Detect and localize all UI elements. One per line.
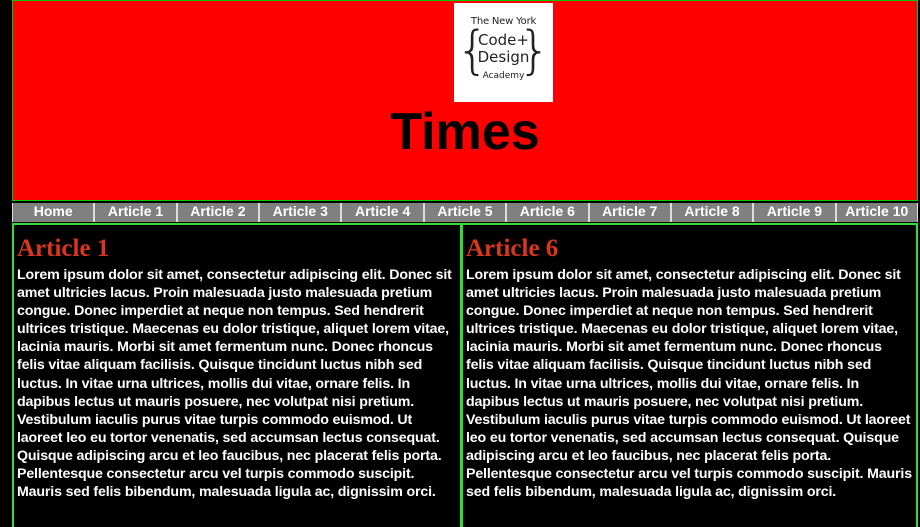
article-column-left: Article 1 Lorem ipsum dolor sit amet, co… — [12, 223, 462, 527]
nav-item-article-7[interactable]: Article 7 — [588, 203, 671, 222]
article-title: Article 6 — [466, 235, 559, 262]
site-header: { The New York Code+ Design Academy } Ti… — [12, 0, 918, 201]
academy-logo[interactable]: { The New York Code+ Design Academy } — [454, 3, 553, 102]
site-title: Times — [390, 103, 540, 161]
article-column-right: Article 6 Lorem ipsum dolor sit amet, co… — [461, 223, 918, 527]
nav-item-article-4[interactable]: Article 4 — [341, 203, 424, 222]
article-body: Lorem ipsum dolor sit amet, consectetur … — [466, 267, 912, 501]
logo-right-brace: } — [517, 21, 551, 81]
nav-item-article-2[interactable]: Article 2 — [176, 203, 260, 222]
nav-item-home[interactable]: Home — [12, 203, 95, 222]
nav-item-article-9[interactable]: Article 9 — [753, 203, 836, 222]
nav-item-article-3[interactable]: Article 3 — [259, 203, 342, 222]
nav-item-article-6[interactable]: Article 6 — [506, 203, 589, 222]
nav-item-article-5[interactable]: Article 5 — [423, 203, 507, 222]
nav-item-article-1[interactable]: Article 1 — [94, 203, 177, 222]
article-body: Lorem ipsum dolor sit amet, consectetur … — [17, 267, 452, 501]
main-nav: Home Article 1 Article 2 Article 3 Artic… — [12, 203, 918, 222]
nav-item-article-10[interactable]: Article 10 — [835, 203, 918, 222]
article-title: Article 1 — [17, 235, 110, 262]
nav-item-article-8[interactable]: Article 8 — [670, 203, 754, 222]
